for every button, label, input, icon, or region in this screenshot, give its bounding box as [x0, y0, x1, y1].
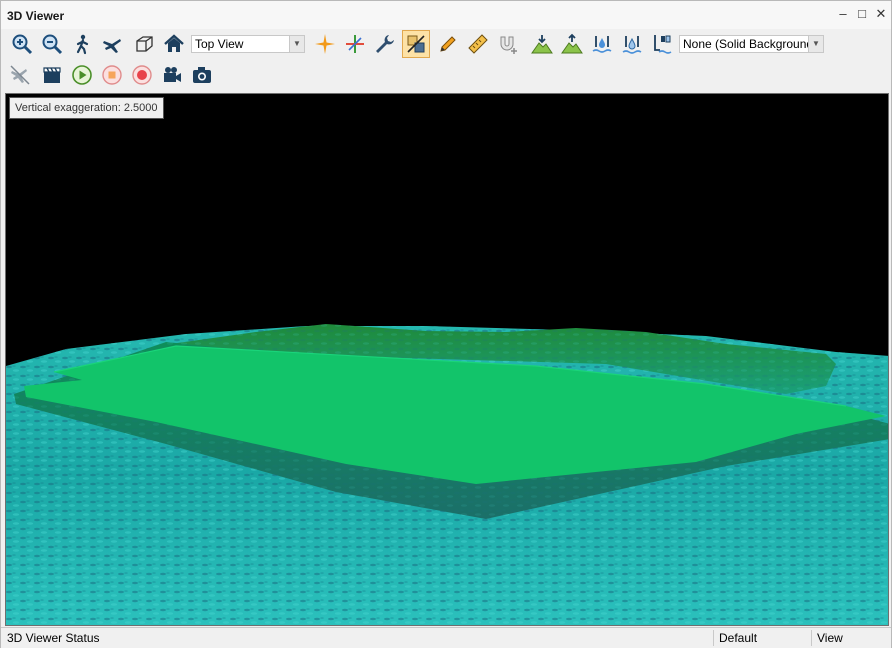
camera-icon [193, 67, 211, 83]
depth-marker-button[interactable] [649, 31, 675, 57]
video-camera-icon [164, 67, 181, 82]
window-title: 3D Viewer [7, 9, 65, 23]
vertical-exaggeration-icon [407, 35, 425, 53]
home-icon [164, 34, 184, 52]
view-select-value: Top View [195, 37, 244, 51]
play-icon [72, 65, 92, 85]
home-button[interactable] [161, 31, 187, 57]
view-select[interactable]: Top View ▼ [191, 35, 305, 53]
vertical-exaggeration-tooltip: Vertical exaggeration: 2.5000 [9, 97, 164, 119]
close-button[interactable]: ✕ [873, 6, 889, 22]
magnet-icon [500, 36, 517, 54]
crosshair-icon [315, 34, 335, 54]
chevron-down-icon: ▼ [808, 36, 823, 52]
stop-button[interactable] [99, 62, 125, 88]
fly-icon [103, 39, 121, 53]
record-icon [132, 65, 152, 85]
status-text: 3D Viewer Status [7, 631, 100, 645]
vertical-exaggeration-button[interactable] [402, 30, 430, 58]
background-select-value: None (Solid Background [683, 37, 814, 51]
animation-toolbar [1, 61, 891, 91]
flight-path-button[interactable] [7, 62, 33, 88]
bounding-box-icon [136, 36, 153, 52]
wrench-icon [376, 35, 394, 53]
pencil-icon [440, 36, 456, 52]
water-drop-button[interactable] [619, 31, 645, 57]
draw-button[interactable] [435, 31, 461, 57]
stop-icon [102, 65, 122, 85]
terrain-down-icon [531, 35, 553, 54]
axis-icon [346, 35, 364, 53]
fly-button[interactable] [99, 31, 125, 57]
chevron-down-icon: ▼ [289, 36, 304, 52]
status-divider [713, 630, 714, 646]
measure-button[interactable] [465, 31, 491, 57]
terrain-up-button[interactable] [559, 31, 585, 57]
record-button[interactable] [129, 62, 155, 88]
3d-viewport[interactable] [5, 93, 889, 626]
background-select[interactable]: None (Solid Background ▼ [679, 35, 824, 53]
snap-button[interactable] [495, 31, 521, 57]
zoom-out-button[interactable] [39, 31, 65, 57]
water-level-button[interactable] [589, 31, 615, 57]
zoom-out-icon [42, 34, 63, 55]
main-toolbar: Top View ▼ None (Solid Background ▼ [1, 30, 891, 60]
terrain-down-button[interactable] [529, 31, 555, 57]
clapperboard-icon [43, 67, 61, 83]
status-divider [811, 630, 812, 646]
screenshot-button[interactable] [189, 62, 215, 88]
water-level-icon [592, 36, 612, 53]
title-bar: 3D Viewer – □ ✕ [1, 1, 891, 29]
bounding-box-button[interactable] [131, 31, 157, 57]
ruler-icon [468, 34, 488, 54]
status-mode: Default [719, 631, 758, 645]
water-drop-icon [622, 36, 642, 54]
settings-button[interactable] [372, 31, 398, 57]
animation-button[interactable] [39, 62, 65, 88]
video-camera-button[interactable] [159, 62, 185, 88]
walk-button[interactable] [69, 31, 95, 57]
maximize-button[interactable]: □ [854, 6, 870, 22]
terrain-scene [6, 324, 888, 625]
axis-button[interactable] [342, 31, 368, 57]
walk-icon [76, 34, 89, 55]
zoom-in-button[interactable] [9, 31, 35, 57]
depth-marker-icon [654, 35, 672, 54]
flight-path-icon [10, 65, 30, 85]
minimize-button[interactable]: – [835, 6, 851, 22]
status-bar: 3D Viewer Status Default View [1, 627, 891, 648]
crosshair-button[interactable] [312, 31, 338, 57]
viewer-window: 3D Viewer – □ ✕ Top View ▼ None (Solid B… [0, 0, 892, 648]
terrain-up-icon [561, 33, 583, 54]
status-view: View [817, 631, 843, 645]
zoom-in-icon [12, 34, 33, 55]
play-button[interactable] [69, 62, 95, 88]
